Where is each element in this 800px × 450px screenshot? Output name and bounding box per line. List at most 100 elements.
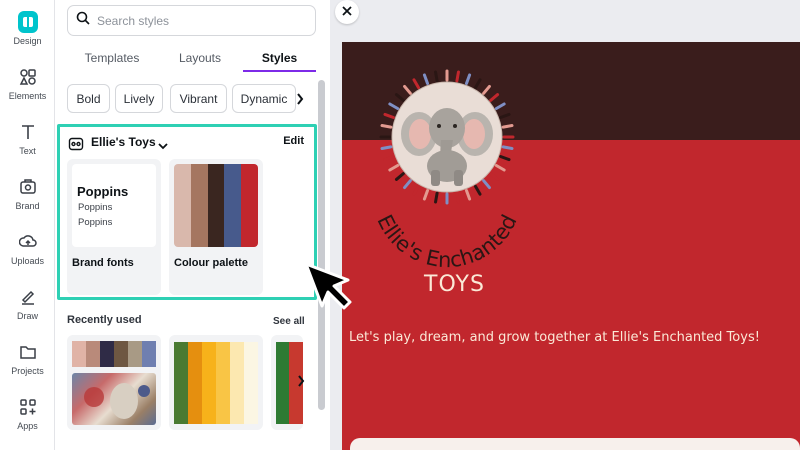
chevron-down-icon[interactable] [158,137,168,155]
tab-templates[interactable]: Templates [67,44,157,72]
color-swatch [114,341,128,367]
rail-label: Apps [17,421,38,431]
elements-icon [18,67,38,87]
color-swatch [128,341,142,367]
ring-tick [412,78,420,90]
design-page[interactable]: Ellie's Enchanted TOYS Let's play, dream… [342,42,800,450]
ring-tick [388,102,400,110]
logo-graphic: Ellie's Enchanted [372,69,522,272]
chip-lively[interactable]: Lively [115,84,163,113]
search-input[interactable] [97,13,297,28]
ring-tick [464,189,472,201]
rail-label: Projects [11,366,44,376]
ring-tick [422,189,430,201]
brand-icon [18,177,38,197]
ring-tick [482,84,491,95]
ring-tick [455,70,460,83]
brand-kit-title[interactable]: Ellie's Toys [91,135,156,149]
color-swatch [174,342,188,424]
ring-tick [489,93,500,102]
color-swatch [276,342,290,424]
tab-styles[interactable]: Styles [243,44,316,72]
chevron-right-icon[interactable] [294,372,308,390]
ring-tick [464,73,472,85]
canvas-area: Ellie's Enchanted TOYS Let's play, dream… [330,0,800,450]
content-card[interactable] [350,438,800,450]
ring-tick [434,70,439,83]
ring-tick [482,179,491,190]
brand-fonts-label: Brand fonts [72,257,134,269]
recent-palette-swatches [174,342,258,424]
color-swatch [241,164,258,247]
chip-dynamic[interactable]: Dynamic [232,84,296,113]
uploads-icon [18,232,38,252]
folder-icon [18,342,38,362]
edit-button[interactable]: Edit [283,135,304,147]
close-panel-button[interactable] [335,0,359,24]
store-photo-thumbnail [72,373,156,425]
design-icon [17,11,38,33]
search-icon [76,11,90,30]
pointer-cursor-icon [304,262,352,310]
ring-tick [403,84,412,95]
rail-item-uploads[interactable]: Uploads [0,228,55,278]
color-swatch [230,342,244,424]
rail-item-text[interactable]: Text [0,118,55,168]
styles-panel: Templates Layouts Styles Bold Lively Vib… [55,0,330,450]
recent-style-card-2[interactable] [169,335,263,430]
ring-tick [501,124,514,129]
recently-used-title: Recently used [67,314,142,326]
ring-tick [499,112,511,120]
brand-kit-section: Ellie's Toys Edit Poppins Poppins Poppin… [57,124,317,300]
rail-label: Draw [16,311,38,321]
tagline-text[interactable]: Let's play, dream, and grow together at … [349,330,760,345]
ring-tick [380,124,393,129]
color-swatch [100,341,114,367]
colour-palette-card[interactable]: Colour palette [169,159,263,295]
chip-bold[interactable]: Bold [67,84,110,113]
panel-scrollbar[interactable] [318,80,325,410]
brand-kit-icon [68,136,84,157]
search-box[interactable] [67,5,316,36]
rail-label: Text [19,146,36,156]
brand-arc-text: Ellie's Enchanted [372,211,521,272]
ring-tick [489,172,500,181]
recent-style-card-1[interactable] [67,335,161,430]
ring-tick [494,102,506,110]
ring-tick [388,164,400,172]
recent-palette-swatches [72,341,156,367]
ring-tick [494,164,506,172]
apps-icon [18,397,38,417]
rail-label: Uploads [10,256,45,266]
color-swatch [188,342,202,424]
text-icon [18,122,38,142]
rail-item-brand[interactable]: Brand [0,173,55,223]
rail-item-apps[interactable]: Apps [0,393,55,443]
rail-item-design[interactable]: Design [0,8,55,58]
chip-vibrant[interactable]: Vibrant [170,84,227,113]
close-icon [342,3,352,21]
font-heading-sample: Poppins [77,184,129,199]
brand-fonts-card[interactable]: Poppins Poppins Poppins Brand fonts [67,159,161,295]
draw-icon [18,287,38,307]
rail-label: Design [13,36,42,46]
rail-label: Brand [15,201,40,211]
rail-label: Elements [8,91,47,101]
color-swatch [72,341,86,367]
color-swatch [190,164,208,247]
ring-tick [499,154,511,162]
tab-layouts[interactable]: Layouts [157,44,243,72]
ring-tick [501,145,514,150]
see-all-link[interactable]: See all [273,316,305,327]
left-rail: Design Elements Text Brand Uploads Draw [0,0,55,450]
rail-item-projects[interactable]: Projects [0,338,55,388]
style-chips: Bold Lively Vibrant Dynamic [67,84,297,114]
color-swatch [216,342,230,424]
rail-item-draw[interactable]: Draw [0,283,55,333]
color-swatch [207,164,225,247]
chevron-right-icon[interactable] [293,91,307,107]
font-preview: Poppins Poppins Poppins [72,164,156,247]
rail-item-elements[interactable]: Elements [0,63,55,113]
ring-tick [383,154,395,162]
color-swatch [174,164,191,247]
